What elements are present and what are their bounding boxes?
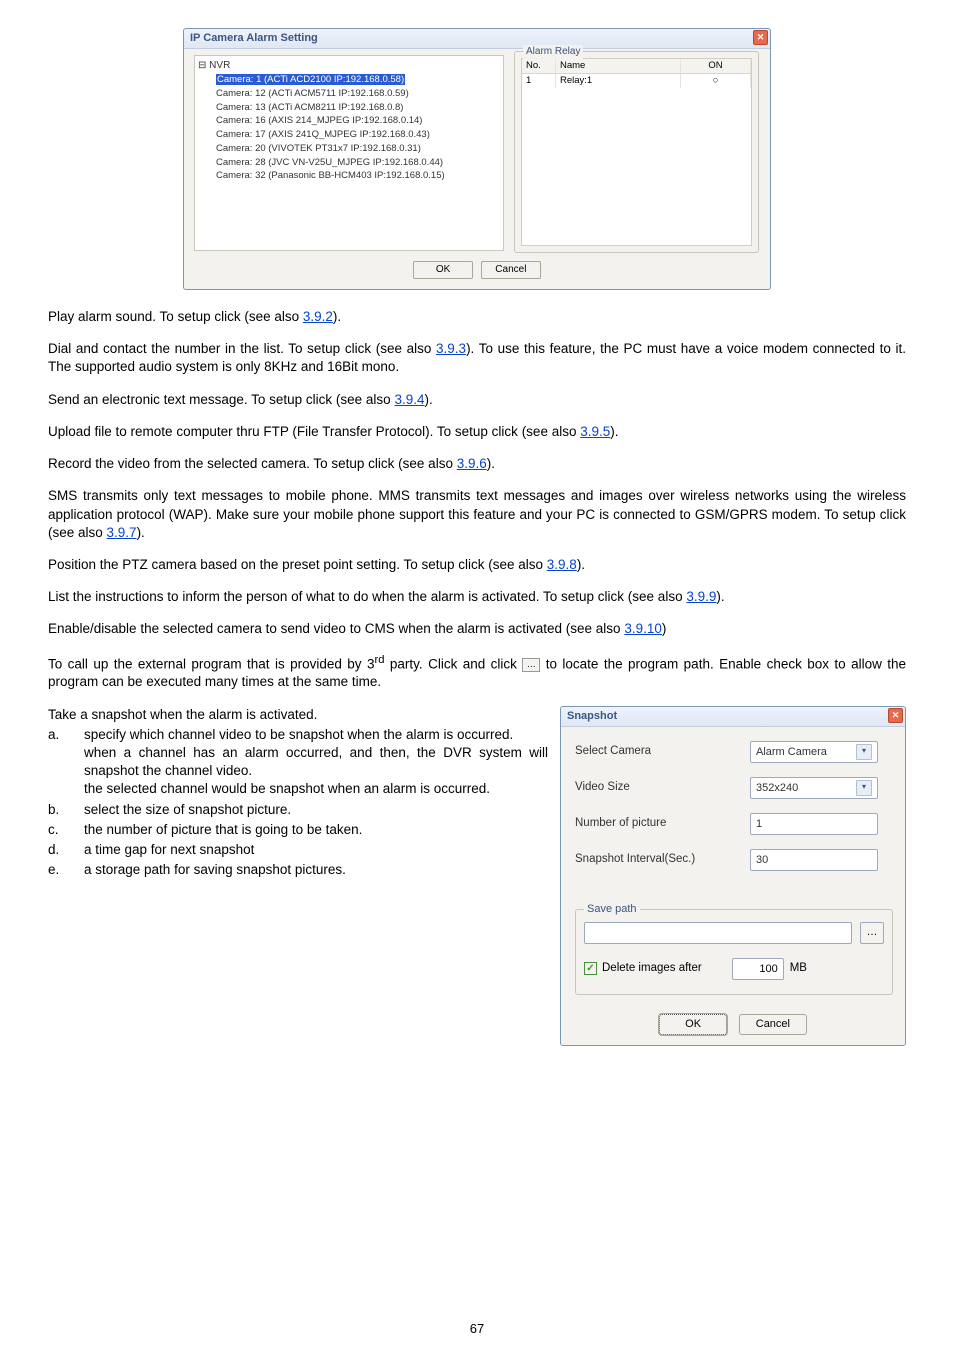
link-3-9-5[interactable]: 3.9.5 — [580, 424, 610, 439]
browse-button[interactable]: … — [860, 922, 884, 944]
alarm-relay-table[interactable]: No. Name ON 1 Relay:1 ○ — [521, 58, 752, 246]
tree-item[interactable]: Camera: 16 (AXIS 214_MJPEG IP:192.168.0.… — [216, 114, 445, 128]
tree-item[interactable]: Camera: 20 (VIVOTEK PT31x7 IP:192.168.0.… — [216, 142, 445, 156]
dialog-title: IP Camera Alarm Setting ✕ — [184, 29, 770, 49]
video-size-dropdown[interactable]: 352x240▾ — [750, 777, 878, 799]
link-3-9-2[interactable]: 3.9.2 — [303, 309, 333, 324]
th-on: ON — [681, 59, 751, 73]
th-no: No. — [522, 59, 556, 73]
snapshot-title: Snapshot ✕ — [561, 707, 905, 727]
ok-button[interactable]: OK — [659, 1014, 727, 1035]
list-item: a time gap for next snapshot — [84, 841, 548, 859]
tree-item[interactable]: Camera: 17 (AXIS 241Q_MJPEG IP:192.168.0… — [216, 128, 445, 142]
cancel-button[interactable]: Cancel — [481, 261, 541, 279]
tree-item[interactable]: Camera: 32 (Panasonic BB-HCM403 IP:192.1… — [216, 169, 445, 183]
save-path-group: Save path … ✓ Delete images after 100 MB — [575, 909, 893, 995]
save-path-input[interactable] — [584, 922, 852, 944]
tree-item-selected[interactable]: Camera: 1 (ACTi ACD2100 IP:192.168.0.58) — [216, 74, 405, 85]
browse-icon[interactable]: … — [522, 658, 540, 672]
ip-camera-alarm-dialog: IP Camera Alarm Setting ✕ ⊟ NVR Camera: … — [183, 28, 771, 290]
paragraph: To call up the external program that is … — [48, 653, 906, 692]
link-3-9-7[interactable]: 3.9.7 — [107, 525, 137, 540]
paragraph: Enable/disable the selected camera to se… — [48, 620, 906, 638]
chevron-down-icon[interactable]: ▾ — [856, 744, 872, 760]
ok-button[interactable]: OK — [413, 261, 473, 279]
tree-item[interactable]: Camera: 13 (ACTi ACM8211 IP:192.168.0.8) — [216, 101, 445, 115]
save-path-label: Save path — [584, 902, 640, 917]
paragraph: Upload file to remote computer thru FTP … — [48, 423, 906, 441]
snapshot-dialog: Snapshot ✕ Select Camera Alarm Camera▾ V… — [560, 706, 906, 1046]
list-letter: c. — [48, 821, 84, 839]
video-size-label: Video Size — [575, 780, 750, 796]
link-3-9-4[interactable]: 3.9.4 — [394, 392, 424, 407]
link-3-9-10[interactable]: 3.9.10 — [624, 621, 662, 636]
list-letter: a. — [48, 726, 84, 744]
list-item: specify which channel video to be snapsh… — [84, 726, 548, 744]
paragraph: Record the video from the selected camer… — [48, 455, 906, 473]
delete-images-value[interactable]: 100 — [732, 958, 784, 980]
list-item: select the size of snapshot picture. — [84, 801, 548, 819]
camera-tree[interactable]: ⊟ NVR Camera: 1 (ACTi ACD2100 IP:192.168… — [194, 55, 504, 251]
select-camera-dropdown[interactable]: Alarm Camera▾ — [750, 741, 878, 763]
alarm-relay-group: Alarm Relay No. Name ON 1 Relay:1 ○ — [514, 51, 759, 253]
close-icon[interactable]: ✕ — [753, 30, 768, 45]
paragraph: SMS transmits only text messages to mobi… — [48, 487, 906, 542]
list-item: when a channel has an alarm occurred, an… — [48, 744, 548, 780]
tree-root[interactable]: ⊟ NVR — [198, 59, 230, 73]
dialog-title-text: IP Camera Alarm Setting — [190, 32, 318, 44]
delete-images-label: Delete images after — [602, 961, 702, 977]
list-item: the number of picture that is going to b… — [84, 821, 548, 839]
paragraph: Play alarm sound. To setup click (see al… — [48, 308, 906, 326]
list-item: the selected channel would be snapshot w… — [48, 780, 548, 798]
table-row[interactable]: 1 Relay:1 ○ — [522, 74, 751, 88]
delete-images-checkbox[interactable]: ✓ — [584, 962, 597, 975]
close-icon[interactable]: ✕ — [888, 708, 903, 723]
link-3-9-8[interactable]: 3.9.8 — [547, 557, 577, 572]
th-name: Name — [556, 59, 681, 73]
paragraph: Send an electronic text message. To setu… — [48, 391, 906, 409]
number-picture-label: Number of picture — [575, 816, 750, 832]
delete-images-unit: MB — [790, 961, 807, 977]
paragraph: List the instructions to inform the pers… — [48, 588, 906, 606]
link-3-9-6[interactable]: 3.9.6 — [457, 456, 487, 471]
tree-item[interactable]: Camera: 12 (ACTi ACM5711 IP:192.168.0.59… — [216, 87, 445, 101]
list-item: a storage path for saving snapshot pictu… — [84, 861, 548, 879]
paragraph: Take a snapshot when the alarm is activa… — [48, 706, 548, 724]
page-number: 67 — [0, 1320, 954, 1338]
snapshot-interval-label: Snapshot Interval(Sec.) — [575, 852, 750, 868]
cancel-button[interactable]: Cancel — [739, 1014, 807, 1035]
chevron-down-icon[interactable]: ▾ — [856, 780, 872, 796]
snapshot-interval-input[interactable]: 30 — [750, 849, 878, 871]
alarm-relay-label: Alarm Relay — [523, 45, 583, 59]
list-letter: d. — [48, 841, 84, 859]
link-3-9-9[interactable]: 3.9.9 — [686, 589, 716, 604]
number-picture-input[interactable]: 1 — [750, 813, 878, 835]
list-letter: b. — [48, 801, 84, 819]
paragraph: Dial and contact the number in the list.… — [48, 340, 906, 376]
tree-item[interactable]: Camera: 28 (JVC VN-V25U_MJPEG IP:192.168… — [216, 156, 445, 170]
link-3-9-3[interactable]: 3.9.3 — [436, 341, 466, 356]
list-letter: e. — [48, 861, 84, 879]
paragraph: Position the PTZ camera based on the pre… — [48, 556, 906, 574]
select-camera-label: Select Camera — [575, 744, 750, 760]
